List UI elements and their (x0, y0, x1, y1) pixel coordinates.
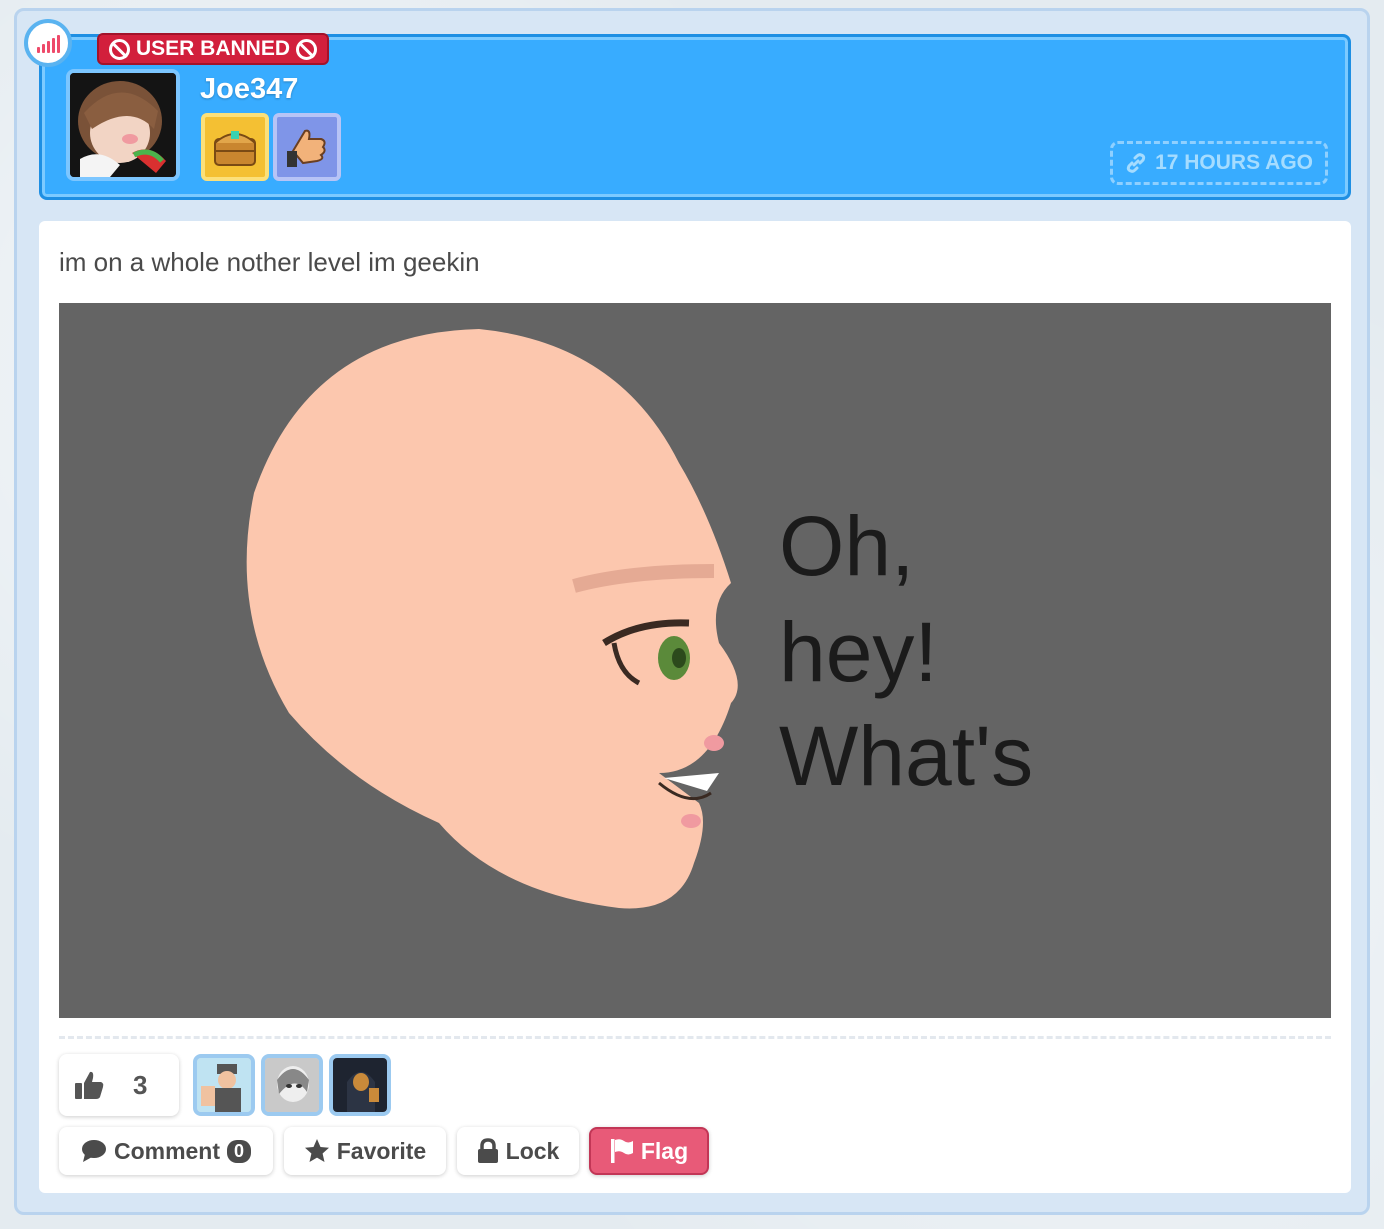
like-button[interactable]: 3 (59, 1054, 179, 1116)
caption-line-3: What's (779, 709, 1033, 803)
chest-badge-icon[interactable] (201, 113, 269, 181)
comment-count: 0 (227, 1139, 252, 1163)
link-icon (1126, 153, 1146, 173)
comment-label: Comment (113, 1137, 221, 1164)
liker-avatar[interactable] (261, 1054, 323, 1116)
avatar[interactable] (66, 69, 180, 181)
star-icon (304, 1139, 329, 1162)
ban-icon (109, 38, 130, 60)
signal-icon (24, 19, 72, 67)
liker-avatar[interactable] (193, 1054, 255, 1116)
banned-badge: USER BANNED (97, 33, 330, 65)
flag-button[interactable]: Flag (589, 1127, 709, 1175)
comment-icon (81, 1140, 106, 1162)
like-count: 3 (133, 1069, 148, 1100)
lock-icon (477, 1138, 498, 1163)
liker-avatar[interactable] (329, 1054, 391, 1116)
banned-label: USER BANNED (136, 37, 291, 60)
post-text: im on a whole nother level im geekin (59, 247, 480, 277)
lock-label: Lock (505, 1137, 560, 1164)
thumbs-up-badge-icon[interactable] (273, 113, 341, 181)
timestamp-label: 17 HOURS AGO (1155, 151, 1313, 174)
flag-label: Flag (640, 1137, 689, 1164)
username[interactable]: Joe347 (200, 73, 298, 106)
ban-icon (296, 38, 318, 60)
divider (59, 1036, 1331, 1039)
lock-button[interactable]: Lock (457, 1127, 579, 1175)
caption-line-2: hey! (779, 605, 938, 699)
post-card: USER BANNED Joe347 17 HOURS AGO im on a … (14, 8, 1370, 1215)
thumbs-up-icon (75, 1071, 104, 1099)
permalink-timestamp[interactable]: 17 HOURS AGO (1110, 141, 1328, 185)
post-image[interactable]: Oh, hey! What's (59, 303, 1331, 1018)
favorite-button[interactable]: Favorite (284, 1127, 446, 1175)
post-body: im on a whole nother level im geekin Oh,… (39, 221, 1351, 1193)
comment-button[interactable]: Comment 0 (59, 1127, 273, 1175)
flag-icon (610, 1139, 633, 1163)
favorite-label: Favorite (336, 1137, 427, 1164)
caption-line-1: Oh, (779, 499, 914, 593)
